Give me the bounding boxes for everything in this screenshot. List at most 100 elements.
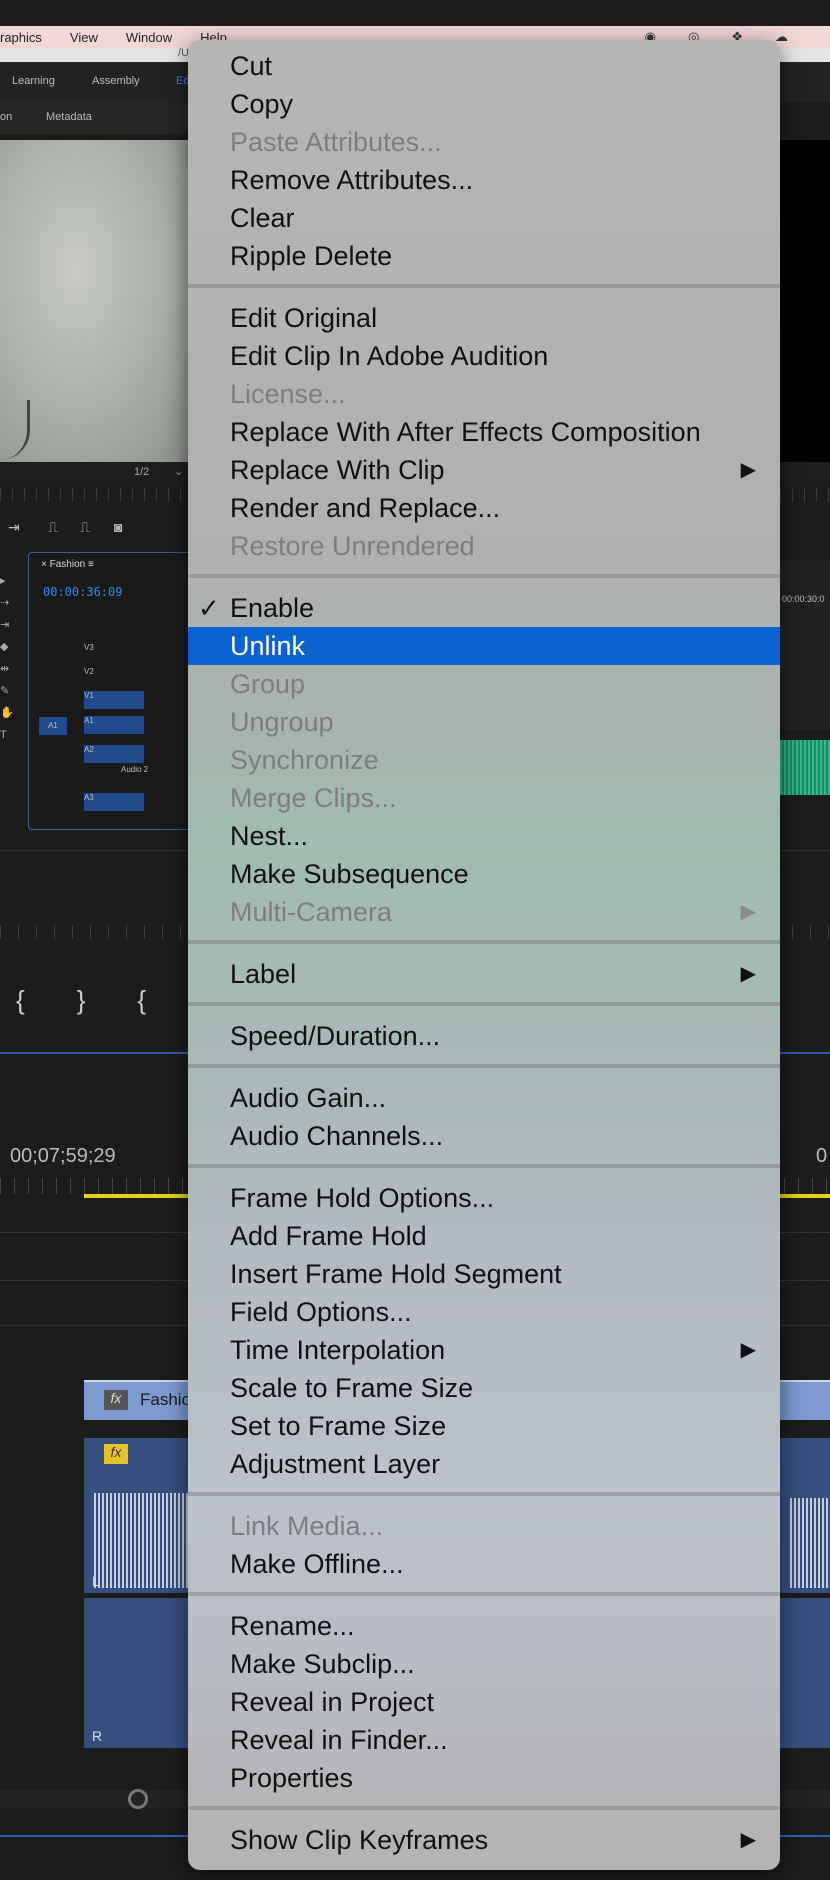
- menu-item-audio-channels[interactable]: Audio Channels...: [188, 1117, 780, 1155]
- menu-item-label: Properties: [230, 1763, 354, 1793]
- menu-item-label: Cut: [230, 51, 273, 81]
- track-v3[interactable]: V3: [84, 643, 144, 661]
- track-v1[interactable]: V1: [84, 691, 144, 709]
- workspace-tab-learning[interactable]: Learning: [12, 75, 55, 87]
- menu-item-audio-gain[interactable]: Audio Gain...: [188, 1079, 780, 1117]
- menu-item-cut[interactable]: Cut: [188, 47, 780, 85]
- menu-item-label: Ripple Delete: [230, 241, 393, 271]
- menu-item-edit-original[interactable]: Edit Original: [188, 299, 780, 337]
- mark-out-icon[interactable]: }: [77, 985, 138, 1015]
- menu-item-label[interactable]: Label ▶: [188, 955, 780, 993]
- menu-item-ungroup: Ungroup: [188, 703, 780, 741]
- submenu-arrow-icon: ▶: [740, 459, 756, 481]
- track-a2[interactable]: A2: [84, 745, 144, 763]
- menu-item-label: Make Subsequence: [230, 859, 469, 889]
- menu-item-label: Edit Clip In Adobe Audition: [230, 341, 549, 371]
- menu-item-scale-to-frame-size[interactable]: Scale to Frame Size: [188, 1369, 780, 1407]
- menu-item-reveal-in-finder[interactable]: Reveal in Finder...: [188, 1721, 780, 1759]
- menu-item-make-offline[interactable]: Make Offline...: [188, 1545, 780, 1583]
- pen-tool-icon[interactable]: ✎: [0, 680, 14, 702]
- go-to-out-icon[interactable]: ⇥: [8, 519, 20, 536]
- menu-item-label: Frame Hold Options...: [230, 1183, 495, 1213]
- hand-tool-icon[interactable]: ✋: [0, 702, 14, 724]
- track-a3[interactable]: A3: [84, 793, 144, 811]
- menu-item-speed-duration[interactable]: Speed/Duration...: [188, 1017, 780, 1055]
- menu-item-group: Group: [188, 665, 780, 703]
- menu-separator: [188, 574, 780, 578]
- menu-item-replace-with-clip[interactable]: Replace With Clip ▶: [188, 451, 780, 489]
- menu-item-label: Rename...: [230, 1611, 355, 1641]
- lift-icon[interactable]: ⎍: [48, 519, 58, 536]
- menu-item-rename[interactable]: Rename...: [188, 1607, 780, 1645]
- menu-graphics[interactable]: raphics: [0, 30, 42, 45]
- audio2-label: Audio 2: [121, 765, 149, 774]
- menu-item-copy[interactable]: Copy: [188, 85, 780, 123]
- source-panel-header: on Metadata: [0, 102, 190, 134]
- menu-item-label: Multi-Camera: [230, 897, 393, 927]
- menu-item-show-clip-keyframes[interactable]: Show Clip Keyframes ▶: [188, 1821, 780, 1859]
- menu-item-label: Replace With Clip: [230, 455, 445, 485]
- menu-item-license: License...: [188, 375, 780, 413]
- menu-item-label: Merge Clips...: [230, 783, 397, 813]
- zoom-scroll-handle[interactable]: [128, 1789, 148, 1809]
- track-select-tool-icon[interactable]: ⇢: [0, 592, 14, 614]
- ripple-tool-icon[interactable]: ⇥: [0, 614, 14, 636]
- slip-tool-icon[interactable]: ⇹: [0, 658, 14, 680]
- sequence-timecode[interactable]: 00:00:36:09: [43, 585, 122, 599]
- menu-item-label: Copy: [230, 89, 294, 119]
- menu-item-add-frame-hold[interactable]: Add Frame Hold: [188, 1217, 780, 1255]
- menu-item-label: Insert Frame Hold Segment: [230, 1259, 562, 1289]
- menu-item-restore-unrendered: Restore Unrendered: [188, 527, 780, 565]
- menu-item-label: Reveal in Finder...: [230, 1725, 448, 1755]
- sequence-panel: × Fashion ≡ 00:00:36:09 V3 V2 V1 A1 A2 A…: [28, 552, 198, 830]
- timeline-timecode-right: 0: [816, 1145, 828, 1167]
- menu-item-reveal-in-project[interactable]: Reveal in Project: [188, 1683, 780, 1721]
- panel-tab-metadata[interactable]: Metadata: [46, 111, 92, 123]
- timeline-timecode[interactable]: 00;07;59;29: [10, 1145, 116, 1168]
- camera-icon[interactable]: ◙: [114, 519, 122, 535]
- menu-separator: [188, 1592, 780, 1596]
- menu-item-adjustment-layer[interactable]: Adjustment Layer: [188, 1445, 780, 1483]
- track-v2[interactable]: V2: [84, 667, 144, 685]
- selection-tool-icon[interactable]: ▸: [0, 570, 14, 592]
- menu-item-replace-with-after-effects-composition[interactable]: Replace With After Effects Composition: [188, 413, 780, 451]
- menu-item-label: Synchronize: [230, 745, 379, 775]
- menu-item-make-subsequence[interactable]: Make Subsequence: [188, 855, 780, 893]
- menu-item-set-to-frame-size[interactable]: Set to Frame Size: [188, 1407, 780, 1445]
- menu-item-nest[interactable]: Nest...: [188, 817, 780, 855]
- type-tool-icon[interactable]: T: [0, 724, 14, 746]
- menu-item-enable[interactable]: ✓ Enable: [188, 589, 780, 627]
- track-a1[interactable]: A1: [84, 716, 144, 734]
- menu-item-clear[interactable]: Clear: [188, 199, 780, 237]
- menu-item-edit-clip-in-adobe-audition[interactable]: Edit Clip In Adobe Audition: [188, 337, 780, 375]
- menu-item-label: Ungroup: [230, 707, 334, 737]
- menu-item-label: Link Media...: [230, 1511, 384, 1541]
- panel-tab-information[interactable]: on: [0, 111, 12, 123]
- menu-window[interactable]: Window: [126, 30, 172, 45]
- menu-item-properties[interactable]: Properties: [188, 1759, 780, 1797]
- mark-in-icon[interactable]: {: [16, 985, 77, 1015]
- menu-item-make-subclip[interactable]: Make Subclip...: [188, 1645, 780, 1683]
- menu-item-multi-camera: Multi-Camera ▶: [188, 893, 780, 931]
- zoom-select[interactable]: 1/2: [134, 466, 149, 478]
- menu-item-ripple-delete[interactable]: Ripple Delete: [188, 237, 780, 275]
- menu-item-render-and-replace[interactable]: Render and Replace...: [188, 489, 780, 527]
- menu-view[interactable]: View: [70, 30, 98, 45]
- program-monitor-video: [0, 140, 190, 462]
- workspace-tab-assembly[interactable]: Assembly: [92, 75, 140, 87]
- menu-item-field-options[interactable]: Field Options...: [188, 1293, 780, 1331]
- menu-separator: [188, 1806, 780, 1810]
- menu-separator: [188, 1492, 780, 1496]
- menu-item-frame-hold-options[interactable]: Frame Hold Options...: [188, 1179, 780, 1217]
- menu-item-insert-frame-hold-segment[interactable]: Insert Frame Hold Segment: [188, 1255, 780, 1293]
- sequence-tab[interactable]: × Fashion ≡: [41, 559, 94, 570]
- razor-tool-icon[interactable]: ◆: [0, 636, 14, 658]
- menu-item-time-interpolation[interactable]: Time Interpolation ▶: [188, 1331, 780, 1369]
- menu-item-remove-attributes[interactable]: Remove Attributes...: [188, 161, 780, 199]
- extract-icon[interactable]: ⎍: [80, 519, 90, 536]
- chevron-down-icon[interactable]: ⌄: [174, 465, 183, 478]
- audio-waveform: [790, 1498, 830, 1588]
- menu-item-unlink[interactable]: Unlink: [188, 627, 780, 665]
- source-patch-a1[interactable]: A1: [39, 717, 67, 735]
- cloud-icon[interactable]: ☁: [775, 29, 792, 44]
